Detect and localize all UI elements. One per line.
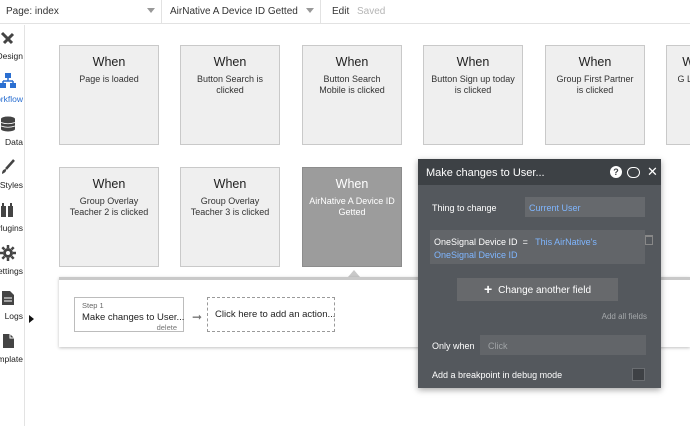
- data-icon: [0, 116, 16, 132]
- plus-icon: +: [483, 281, 493, 297]
- event-card[interactable]: When Group Overlay Teacher 2 is clicked: [59, 167, 159, 267]
- step-1-card[interactable]: Step 1 Make changes to User... delete: [74, 297, 184, 332]
- event-when: When: [456, 55, 490, 69]
- styles-icon: [2, 159, 15, 174]
- page-dropdown-label: Page: index: [6, 6, 59, 17]
- sidebar-item-workflow[interactable]: Workflow: [0, 70, 24, 110]
- save-status: Saved: [357, 6, 386, 17]
- only-when-label: Only when: [432, 341, 475, 351]
- event-card[interactable]: When Page is loaded: [59, 45, 159, 145]
- event-when: When: [213, 55, 247, 69]
- change-another-field-button[interactable]: + Change another field: [457, 278, 618, 301]
- sidebar-item-label: Plugins: [0, 223, 23, 233]
- add-action-button[interactable]: Click here to add an action...: [207, 297, 335, 332]
- breakpoint-checkbox[interactable]: [632, 368, 645, 381]
- logs-icon: [2, 291, 14, 305]
- comment-icon[interactable]: [627, 167, 640, 178]
- selection-notch: [348, 270, 360, 277]
- sidebar-item-template[interactable]: Template: [0, 330, 24, 370]
- page-dropdown[interactable]: Page: index: [0, 0, 162, 24]
- event-desc: Button Sign up today is clicked: [431, 74, 515, 95]
- top-bar: Page: index AirNative A Device ID Getted…: [0, 0, 690, 24]
- event-desc: Group Overlay Teacher 2 is clicked: [69, 196, 149, 217]
- only-when-input[interactable]: Click: [480, 335, 646, 355]
- panel-title: Make changes to User...: [426, 167, 545, 179]
- panel-header: Make changes to User... ? ✕: [418, 159, 661, 185]
- change-another-field-label: Change another field: [498, 285, 592, 296]
- event-card[interactable]: When Button Search is clicked: [180, 45, 280, 145]
- help-icon[interactable]: ?: [610, 166, 622, 178]
- step-title: Make changes to User...: [82, 312, 185, 323]
- gear-icon: [0, 245, 16, 261]
- close-icon[interactable]: ✕: [647, 164, 658, 180]
- edit-menu[interactable]: Edit: [332, 6, 349, 17]
- event-desc: AirNative A Device ID Getted: [309, 196, 395, 217]
- sidebar-item-design[interactable]: Design: [0, 27, 24, 67]
- field-assignment-text: OneSignal Device ID = This AirNative's O…: [434, 236, 639, 262]
- event-when: When: [213, 177, 247, 191]
- event-card[interactable]: When Group Overlay Teacher 3 is clicked: [180, 167, 280, 267]
- event-card[interactable]: W G Lo: [666, 45, 690, 145]
- plugins-icon: [1, 203, 13, 217]
- sidebar-item-label: Data: [5, 137, 23, 147]
- event-when: When: [335, 55, 369, 69]
- property-editor-panel: Make changes to User... ? ✕ Thing to cha…: [418, 159, 661, 388]
- event-desc: G Lo: [677, 74, 690, 84]
- sidebar-item-styles[interactable]: Styles: [0, 156, 24, 196]
- event-card[interactable]: When Button Search Mobile is clicked: [302, 45, 402, 145]
- thing-to-change-label: Thing to change: [432, 203, 497, 213]
- sidebar-item-label: Logs: [4, 311, 23, 321]
- event-desc: Page is loaded: [79, 74, 139, 84]
- arrow-right-icon: ➞: [192, 310, 203, 324]
- event-card[interactable]: When Button Sign up today is clicked: [423, 45, 523, 145]
- field-name: OneSignal Device ID: [434, 237, 518, 247]
- design-icon: [0, 31, 15, 45]
- workflow-icon: [0, 73, 16, 88]
- field-operator: =: [522, 237, 528, 247]
- workflow-dropdown-label: AirNative A Device ID Getted: [170, 6, 298, 17]
- add-all-fields-link[interactable]: Add all fields: [602, 312, 647, 321]
- breakpoint-label: Add a breakpoint in debug mode: [432, 370, 563, 380]
- event-desc: Button Search is clicked: [196, 74, 264, 95]
- trash-icon[interactable]: [645, 235, 653, 245]
- chevron-down-icon: [147, 8, 155, 13]
- sidebar-item-label: Styles: [0, 180, 23, 190]
- sidebar-item-label: Design: [0, 51, 23, 61]
- sidebar-item-label: Template: [0, 354, 23, 364]
- event-when: W: [667, 55, 690, 69]
- step-delete-link[interactable]: delete: [157, 323, 177, 332]
- sidebar-item-label: Workflow: [0, 94, 23, 104]
- event-card-selected[interactable]: When AirNative A Device ID Getted: [302, 167, 402, 267]
- left-sidebar: Design Workflow Data Styles: [0, 25, 25, 426]
- event-desc: Group Overlay Teacher 3 is clicked: [190, 196, 270, 217]
- sidebar-item-logs[interactable]: Logs: [0, 287, 24, 327]
- step-number: Step 1: [82, 301, 104, 310]
- event-when: When: [92, 177, 126, 191]
- event-desc: Button Search Mobile is clicked: [319, 74, 385, 95]
- field-assignment-row[interactable]: OneSignal Device ID = This AirNative's O…: [430, 230, 653, 264]
- sidebar-item-settings[interactable]: Settings: [0, 242, 24, 282]
- event-when: When: [578, 55, 612, 69]
- sidebar-item-label: Settings: [0, 266, 23, 276]
- expand-arrow-icon[interactable]: [29, 315, 34, 323]
- event-desc: Group First Partner is clicked: [556, 74, 634, 95]
- sidebar-item-data[interactable]: Data: [0, 113, 24, 153]
- event-when: When: [92, 55, 126, 69]
- thing-to-change-field[interactable]: Current User: [525, 197, 645, 217]
- chevron-down-icon: [306, 8, 314, 13]
- event-card[interactable]: When Group First Partner is clicked: [545, 45, 645, 145]
- workflow-dropdown[interactable]: AirNative A Device ID Getted: [163, 0, 321, 24]
- sidebar-item-plugins[interactable]: Plugins: [0, 199, 24, 239]
- template-icon: [3, 334, 14, 348]
- event-when: When: [335, 177, 369, 191]
